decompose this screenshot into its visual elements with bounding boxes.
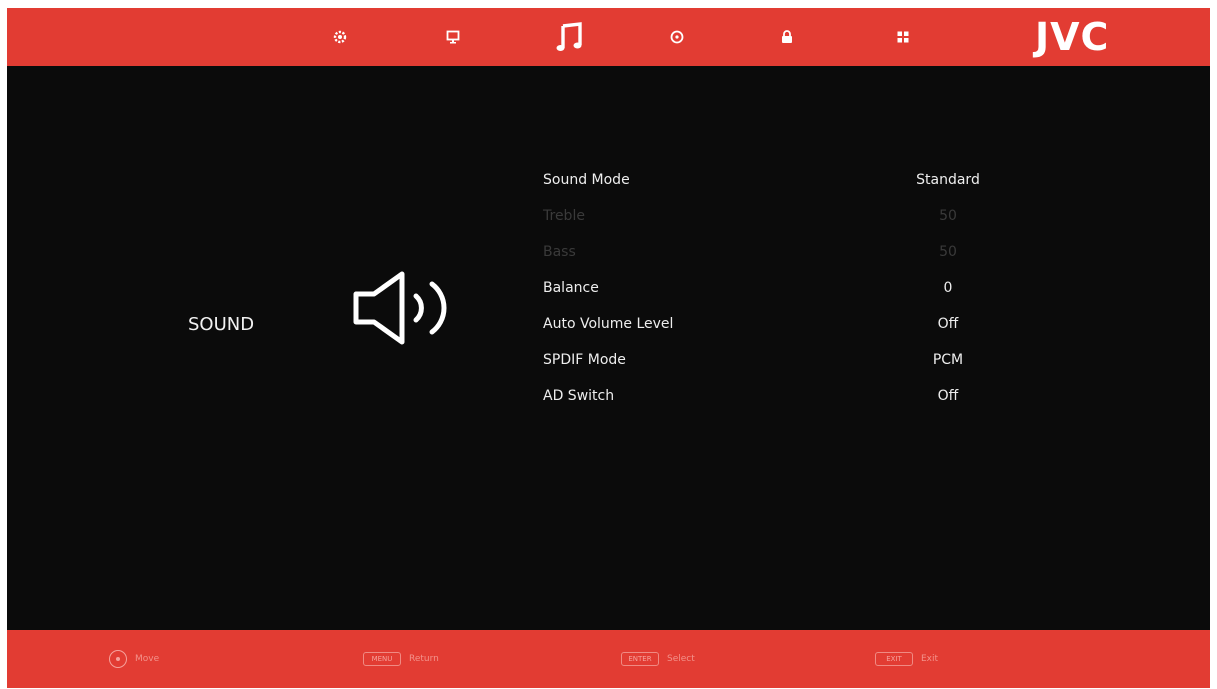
speaker-icon <box>353 271 447 345</box>
menu-item-balance[interactable]: Balance 0 <box>543 274 1023 310</box>
menu-item-value: 50 <box>939 208 957 224</box>
brand-logo: JVC <box>1035 15 1110 59</box>
gear-icon <box>333 30 347 44</box>
hint-select: ENTER Select <box>621 630 695 688</box>
menu-item-value: 0 <box>943 280 953 296</box>
menu-item-label: AD Switch <box>543 388 615 404</box>
tab-sound[interactable] <box>552 8 588 66</box>
menu-item-label: Auto Volume Level <box>543 316 674 332</box>
tv-screen: JVC SOUND Sound Mode Standard Treble 50 … <box>7 8 1210 688</box>
bottom-hint-bar: Move MENU Return ENTER Select EXIT Exit <box>7 630 1210 688</box>
hint-return: MENU Return <box>363 630 439 688</box>
menu-item-value: PCM <box>932 352 964 368</box>
tab-picture[interactable] <box>438 8 468 66</box>
clock-icon <box>670 30 684 44</box>
tab-settings[interactable] <box>325 8 355 66</box>
sound-settings-list: Sound Mode Standard Treble 50 Bass 50 Ba… <box>543 166 1023 418</box>
hint-exit: EXIT Exit <box>875 630 938 688</box>
menu-item-label: Treble <box>543 208 585 224</box>
menu-item-value: 50 <box>939 244 957 260</box>
dpad-icon <box>109 650 127 668</box>
menu-item-label: Balance <box>543 280 599 296</box>
menu-item-treble: Treble 50 <box>543 202 1023 238</box>
grid-icon <box>897 31 909 43</box>
menu-item-value: Standard <box>916 172 980 188</box>
monitor-icon <box>446 30 460 44</box>
menu-item-value: Off <box>937 316 959 332</box>
top-menu-bar: JVC <box>7 8 1210 66</box>
hint-move: Move <box>109 630 159 688</box>
menu-item-auto-volume-level[interactable]: Auto Volume Level Off <box>543 310 1023 346</box>
menu-item-label: SPDIF Mode <box>543 352 626 368</box>
section-title: SOUND <box>188 314 255 335</box>
menu-item-label: Bass <box>543 244 576 260</box>
menu-key-icon: MENU <box>363 652 401 666</box>
menu-item-value: Off <box>937 388 959 404</box>
tab-apps[interactable] <box>890 8 916 66</box>
exit-key-icon: EXIT <box>875 652 913 666</box>
menu-item-ad-switch[interactable]: AD Switch Off <box>543 382 1023 418</box>
music-note-icon <box>556 22 582 51</box>
menu-item-spdif-mode[interactable]: SPDIF Mode PCM <box>543 346 1023 382</box>
tab-time[interactable] <box>664 8 690 66</box>
hint-text: Exit <box>921 654 939 664</box>
tab-lock[interactable] <box>774 8 800 66</box>
menu-item-sound-mode[interactable]: Sound Mode Standard <box>543 166 1023 202</box>
hint-text: Return <box>409 654 439 664</box>
hint-text: Move <box>135 654 160 664</box>
enter-key-icon: ENTER <box>621 652 659 666</box>
hint-text: Select <box>667 654 695 664</box>
lock-icon <box>782 30 792 43</box>
menu-item-label: Sound Mode <box>543 172 630 188</box>
menu-item-bass: Bass 50 <box>543 238 1023 274</box>
